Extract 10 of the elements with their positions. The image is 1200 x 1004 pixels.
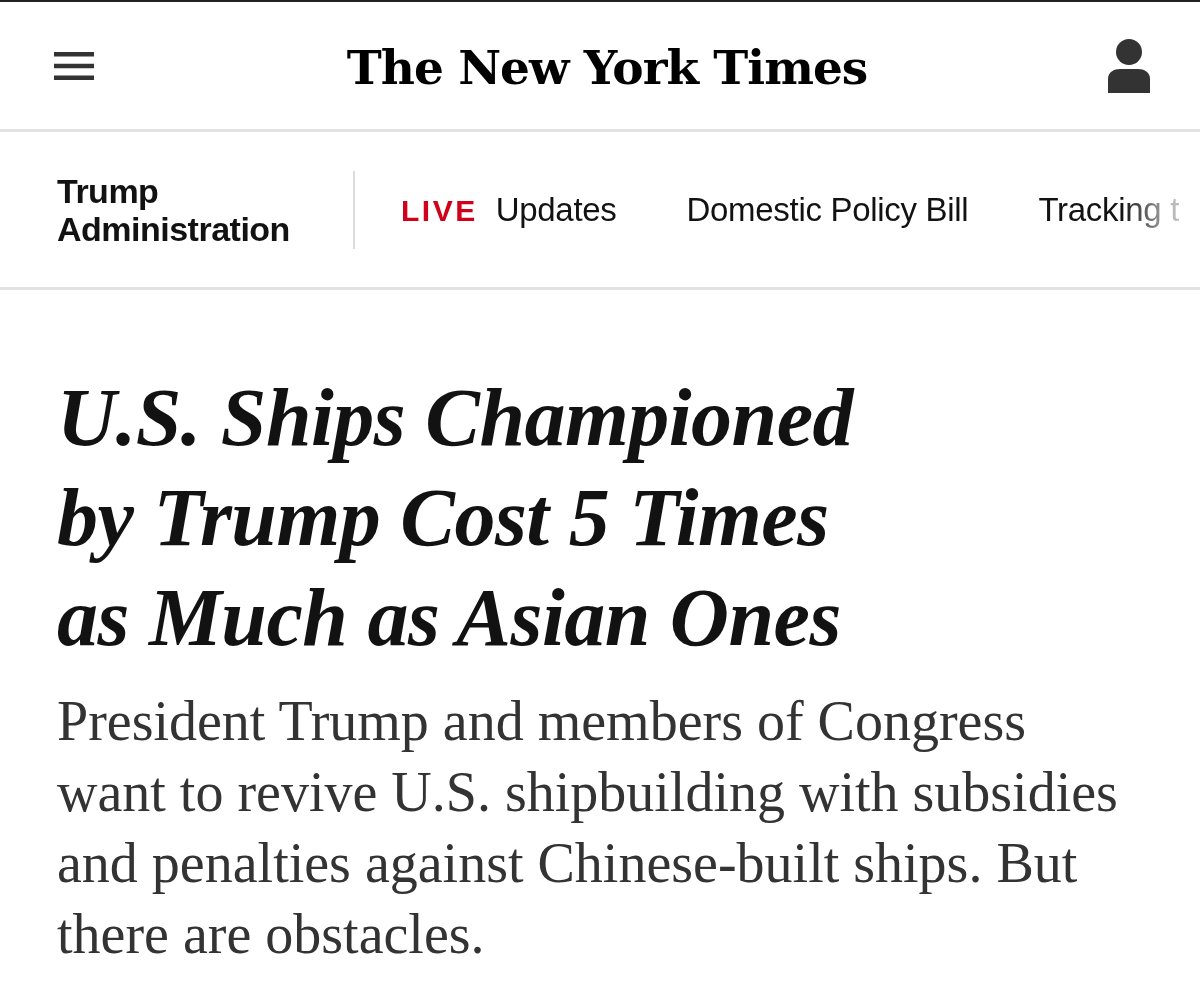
account-button[interactable] — [1108, 38, 1150, 93]
live-updates-link[interactable]: LIVE Updates — [401, 190, 617, 229]
newspaper-logo[interactable]: The New York Times — [346, 40, 868, 95]
article-summary: President Trump and members of Congress want to revive U.S. shipbuilding with subsidies and penalties against Chinese-built ships. But there are obstacles. — [57, 689, 1119, 967]
nav-link[interactable]: Domestic Policy Bill — [686, 190, 969, 229]
menu-icon — [54, 51, 94, 80]
section-title-link[interactable]: Trump Administration — [57, 170, 355, 249]
article-headline: U.S. Ships Championed by Trump Cost 5 Times as Much as Asian Ones — [57, 371, 856, 665]
person-icon — [1108, 38, 1150, 93]
menu-button[interactable] — [54, 51, 94, 80]
